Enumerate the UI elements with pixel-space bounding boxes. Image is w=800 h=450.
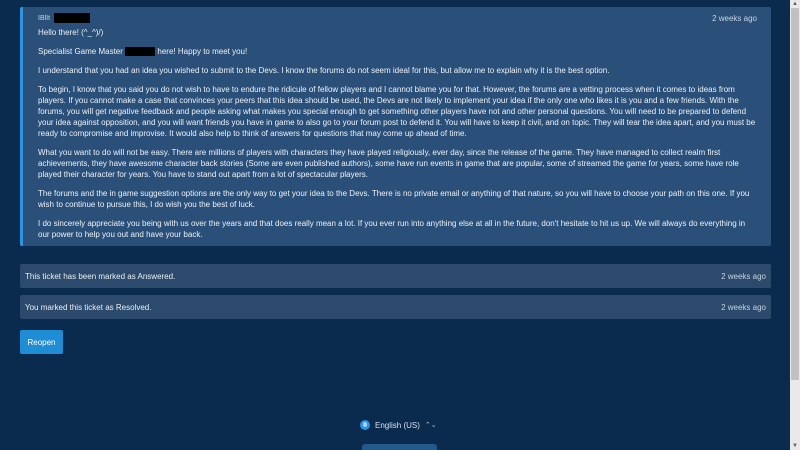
author-badge: IBlIt: [38, 14, 51, 22]
intro-suffix: here! Happy to meet you!: [157, 47, 248, 56]
message-paragraph: I do sincerely appreciate you being with…: [38, 219, 746, 239]
reopen-button[interactable]: Reopen: [20, 330, 63, 354]
message-paragraph: To begin, I know that you said you do no…: [38, 85, 756, 138]
message-paragraph: The forums and the in game suggestion op…: [38, 189, 750, 209]
status-resolved-text: You marked this ticket as Resolved.: [25, 302, 152, 312]
globe-icon: [360, 420, 370, 430]
message-timestamp: 2 weeks ago: [712, 13, 757, 23]
status-answered-row: This ticket has been marked as Answered.…: [20, 264, 771, 288]
status-answered-text: This ticket has been marked as Answered.: [25, 271, 176, 281]
scroll-down-arrow-icon[interactable]: ▼: [791, 442, 799, 450]
message-header: IBlIt 2 weeks ago: [38, 13, 757, 23]
message-paragraph: What you want to do will not be easy. Th…: [38, 148, 739, 179]
message-body: Hello there! (^_^)/) Specialist Game Mas…: [38, 27, 757, 240]
scrollbar-track[interactable]: ▲ ▼: [790, 0, 800, 450]
scrollbar-thumb[interactable]: [791, 8, 799, 380]
footer-logo: [362, 444, 437, 450]
message-intro: Specialist Game Master here! Happy to me…: [38, 46, 757, 57]
language-selector[interactable]: English (US) ⌃⌄: [360, 420, 437, 430]
message-author: IBlIt: [38, 13, 91, 23]
language-label: English (US): [375, 420, 420, 430]
status-resolved-time: 2 weeks ago: [721, 302, 766, 312]
status-answered-time: 2 weeks ago: [721, 271, 766, 281]
scroll-up-arrow-icon[interactable]: ▲: [791, 0, 799, 8]
chevron-updown-icon: ⌃⌄: [424, 422, 437, 429]
message-greeting: Hello there! (^_^)/): [38, 28, 104, 37]
redacted-author-name: [54, 13, 91, 23]
status-resolved-row: You marked this ticket as Resolved. 2 we…: [20, 295, 771, 319]
redacted-gm-name: [125, 47, 156, 57]
gm-message-card: IBlIt 2 weeks ago Hello there! (^_^)/) S…: [20, 7, 771, 246]
message-paragraph: I understand that you had an idea you wi…: [38, 66, 610, 75]
intro-prefix: Specialist Game Master: [38, 47, 123, 56]
